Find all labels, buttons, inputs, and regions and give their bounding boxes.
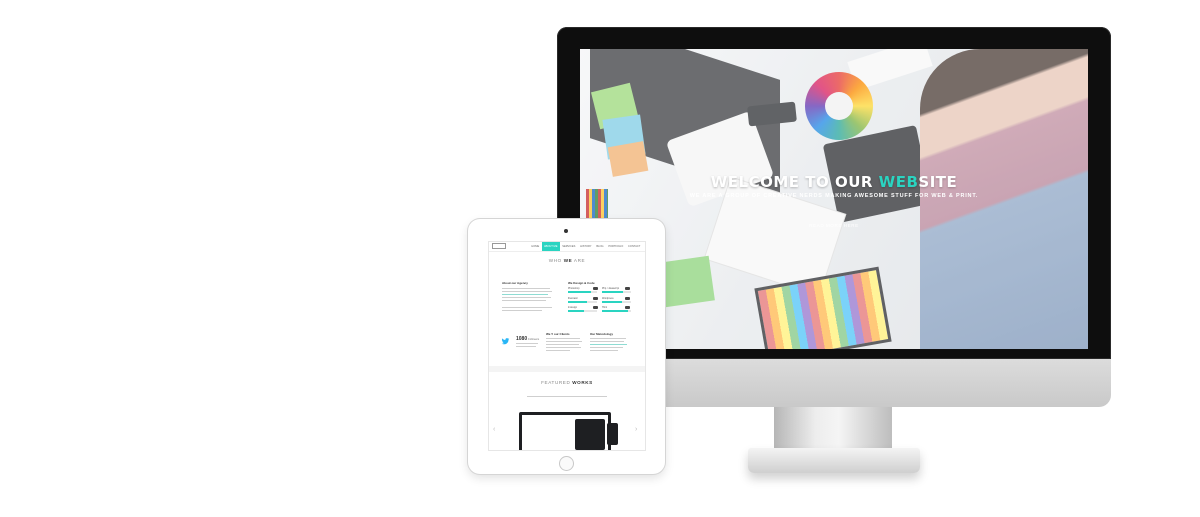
tablet-device: HOME ABOUT ME SERVICES HISTORY BLOG PORT… xyxy=(468,219,665,474)
about-text-line xyxy=(502,297,551,298)
skills-heading: We Design & Code xyxy=(568,281,595,285)
skill-bar-fill xyxy=(568,301,587,303)
clients-text-line xyxy=(546,344,579,345)
nav-item-services[interactable]: SERVICES xyxy=(560,242,578,251)
tablet-screen: HOME ABOUT ME SERVICES HISTORY BLOG PORT… xyxy=(489,242,645,450)
slider-next-arrow-icon[interactable]: › xyxy=(635,426,637,433)
featured-text-line xyxy=(527,396,607,397)
about-text-line xyxy=(502,288,550,289)
skill-bar xyxy=(602,310,631,312)
skill-badge xyxy=(593,306,598,310)
twitter-text-line xyxy=(516,346,536,347)
skill-bar-fill xyxy=(602,310,629,312)
skill-bar-fill xyxy=(602,301,623,303)
hero-subtitle: WE ARE A GROUP OF CREATIVE NERDS MAKING … xyxy=(689,193,979,199)
skill-badge xyxy=(593,287,598,291)
skill-badge xyxy=(625,306,630,310)
metodology-heading: Our Metodology xyxy=(590,332,613,336)
skill-label: Php / Javascript xyxy=(602,287,620,290)
tablet-home-button xyxy=(559,456,574,471)
nav-item-home[interactable]: HOME xyxy=(529,242,542,251)
featured-tablet-mockup xyxy=(575,419,605,450)
about-text-line xyxy=(502,307,552,308)
tablet-nav-menu: HOME ABOUT ME SERVICES HISTORY BLOG PORT… xyxy=(529,242,643,251)
tablet-navbar: HOME ABOUT ME SERVICES HISTORY BLOG PORT… xyxy=(489,242,645,252)
about-text-line xyxy=(502,294,548,295)
hero-title: WELCOME TO OUR WEBSITE xyxy=(710,173,958,191)
skill-badge xyxy=(625,287,630,291)
skill-label: Html xyxy=(602,306,607,309)
skill-bar-fill xyxy=(602,291,623,293)
skill-bar-fill xyxy=(568,310,584,312)
metodology-text-line xyxy=(590,344,627,345)
clients-text-line xyxy=(546,338,580,339)
skill-label: Wordpress xyxy=(602,297,614,300)
monitor-stand-neck xyxy=(774,407,892,452)
twitter-text-line xyxy=(516,343,538,344)
skill-bar xyxy=(568,301,597,303)
twitter-follower-count: 1080Followers xyxy=(516,336,540,342)
metodology-text-line xyxy=(590,350,618,351)
section-divider xyxy=(489,366,645,372)
skill-label: Indesign xyxy=(568,306,578,309)
featured-phone-mockup xyxy=(607,423,618,445)
clients-text-line xyxy=(546,347,581,348)
skill-badge xyxy=(593,297,598,301)
nav-item-about[interactable]: ABOUT ME xyxy=(541,242,560,251)
skill-bar xyxy=(602,291,631,293)
skill-bar xyxy=(602,301,631,303)
featured-works-title: FEATURED WORKS xyxy=(541,380,593,385)
about-text-line xyxy=(502,310,542,311)
metodology-text-line xyxy=(590,338,626,339)
stage: WELCOME TO OUR WEBSITE WE ARE A GROUP OF… xyxy=(0,0,1200,517)
about-text-line xyxy=(502,300,546,301)
clients-heading: We ♥ our Clients xyxy=(546,332,570,336)
metodology-text-line xyxy=(590,341,624,342)
who-we-are-title: WHO WE ARE xyxy=(548,258,586,263)
about-text-line xyxy=(502,291,552,292)
twitter-bird-icon[interactable] xyxy=(501,338,510,345)
slider-prev-arrow-icon[interactable]: ‹ xyxy=(493,426,495,433)
nav-item-contact[interactable]: CONTACT xyxy=(626,242,643,251)
monitor-stand-base xyxy=(748,448,920,473)
nav-item-portfolio[interactable]: PORTFOLIO xyxy=(606,242,626,251)
nav-item-blog[interactable]: BLOG xyxy=(594,242,606,251)
site-logo[interactable] xyxy=(492,243,506,249)
read-more-button[interactable]: READ MORE HERE xyxy=(808,221,860,231)
skill-bar xyxy=(568,291,597,293)
tablet-camera xyxy=(564,229,568,233)
clients-text-line xyxy=(546,341,582,342)
skill-badge xyxy=(625,297,630,301)
metodology-text-line xyxy=(590,347,623,348)
clients-text-line xyxy=(546,350,570,351)
skill-label: Illustrator xyxy=(568,297,578,300)
skill-bar-fill xyxy=(568,291,592,293)
about-heading: About our Agency xyxy=(502,281,528,285)
skill-label: Photoshop xyxy=(568,287,580,290)
nav-item-history[interactable]: HISTORY xyxy=(578,242,594,251)
skill-bar xyxy=(568,310,597,312)
